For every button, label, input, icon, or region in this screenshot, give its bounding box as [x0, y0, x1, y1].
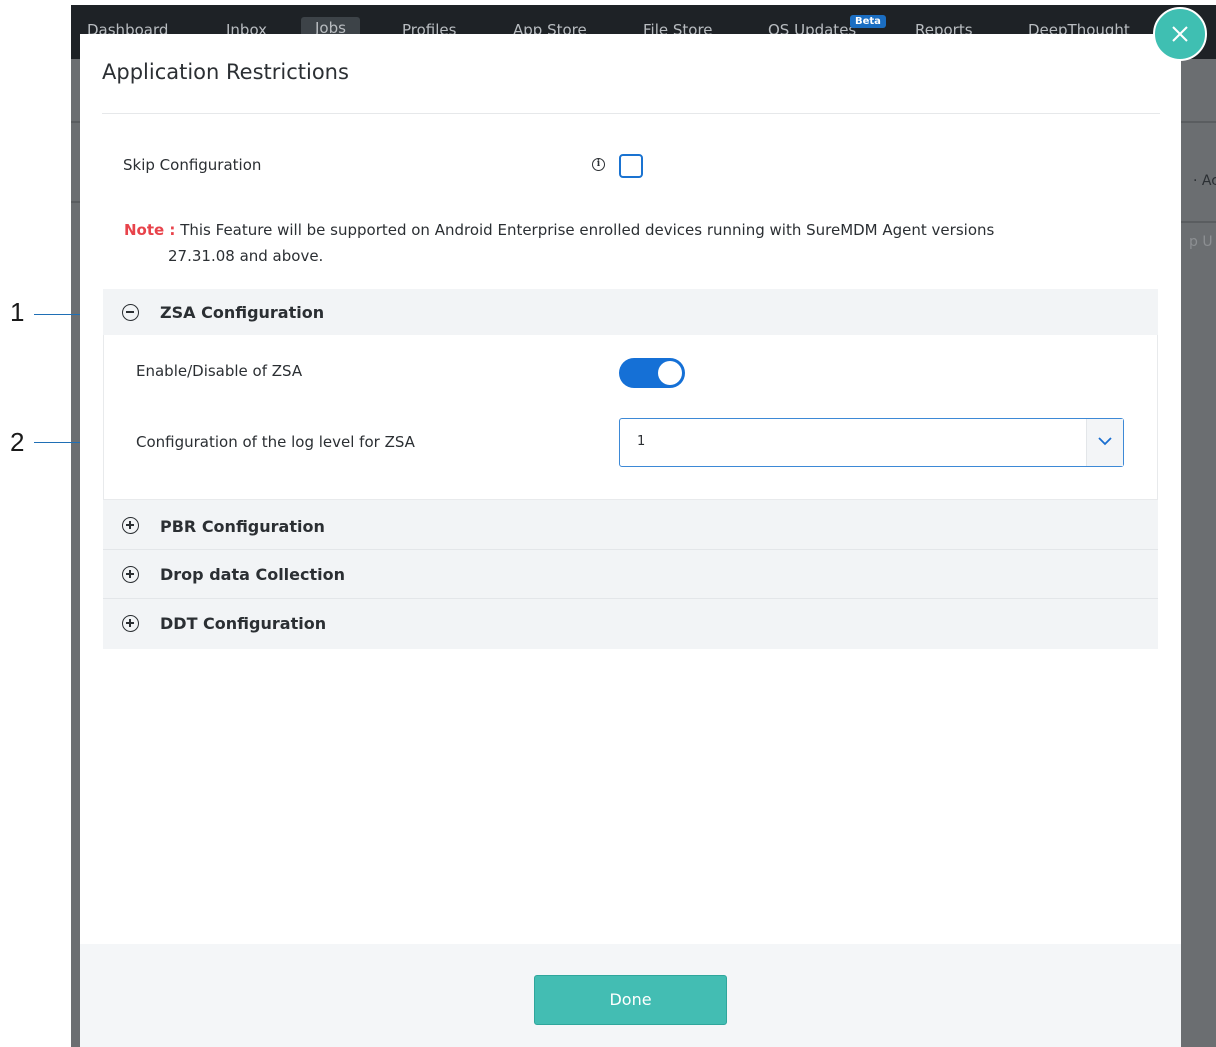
expand-icon: [122, 615, 139, 632]
bg-side-text: p U: [1189, 234, 1213, 250]
callout-2: 2: [10, 427, 25, 457]
accordion-label: PBR Configuration: [160, 517, 325, 536]
callout-1: 1: [10, 297, 25, 327]
dropdown-toggle[interactable]: [1086, 419, 1123, 466]
accordion-pbr-configuration[interactable]: PBR Configuration: [103, 500, 1158, 550]
toggle-knob: [658, 361, 682, 385]
bg-divider: [1181, 221, 1216, 223]
log-level-value: 1: [637, 434, 646, 449]
collapse-icon: [122, 304, 139, 321]
done-button[interactable]: Done: [534, 975, 727, 1025]
note-text: Note : This Feature will be supported on…: [124, 217, 1154, 269]
title-divider: [102, 113, 1160, 114]
accordion-label: Drop data Collection: [160, 565, 346, 584]
chevron-down-icon: [1098, 437, 1112, 446]
expand-icon: [122, 566, 139, 583]
beta-badge: Beta: [850, 15, 886, 28]
close-button[interactable]: [1153, 7, 1207, 61]
accordion-zsa-configuration[interactable]: ZSA Configuration: [103, 289, 1158, 335]
log-level-select[interactable]: 1: [619, 418, 1124, 467]
application-restrictions-dialog: Application Restrictions Skip Configurat…: [80, 34, 1181, 1047]
accordion-drop-data-collection[interactable]: Drop data Collection: [103, 550, 1158, 599]
note-body: This Feature will be supported on Androi…: [180, 221, 995, 239]
close-icon: [1172, 26, 1188, 42]
log-level-label: Configuration of the log level for ZSA: [136, 433, 415, 451]
dialog-title: Application Restrictions: [102, 60, 349, 84]
bg-divider: [1181, 121, 1216, 123]
skip-configuration-label: Skip Configuration: [123, 156, 262, 174]
accordion-label: DDT Configuration: [160, 614, 327, 633]
dialog-footer: Done: [80, 944, 1181, 1047]
bg-side-text: · Ac: [1193, 173, 1216, 189]
expand-icon: [122, 517, 139, 534]
enable-zsa-toggle[interactable]: [619, 358, 685, 388]
accordion-label: ZSA Configuration: [160, 303, 325, 322]
enable-zsa-label: Enable/Disable of ZSA: [136, 362, 303, 380]
skip-configuration-checkbox[interactable]: [619, 154, 643, 178]
info-icon[interactable]: i: [592, 158, 605, 171]
note-body-cont: 27.31.08 and above.: [168, 247, 324, 265]
accordion-ddt-configuration[interactable]: DDT Configuration: [103, 599, 1158, 649]
note-label: Note :: [124, 221, 176, 239]
